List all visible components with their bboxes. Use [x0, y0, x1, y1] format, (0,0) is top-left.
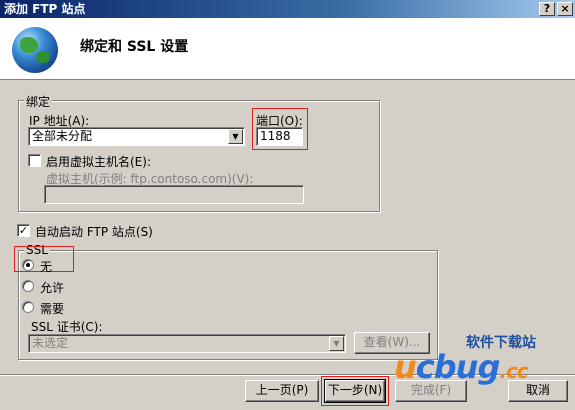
ssl-allow-label[interactable]: 允许	[40, 279, 64, 296]
virtual-host-checkbox[interactable]	[28, 154, 41, 167]
ip-address-value: 全部未分配	[32, 129, 93, 143]
binding-group-label: 绑定	[24, 93, 53, 110]
help-button[interactable]: ?	[539, 2, 555, 16]
watermark: 软件下载站 ucbug.cc	[384, 330, 574, 386]
autostart-checkbox[interactable]: ✓	[17, 224, 30, 237]
wizard-header: 绑定和 SSL 设置	[0, 18, 575, 80]
globe-icon	[12, 27, 58, 73]
port-highlight	[252, 108, 308, 150]
virtual-host-input[interactable]	[44, 185, 304, 204]
chevron-down-icon[interactable]: ▼	[329, 336, 344, 351]
page-title: 绑定和 SSL 设置	[80, 39, 189, 55]
ssl-cert-combo[interactable]: 未选定 ▼	[28, 334, 346, 353]
add-ftp-site-dialog: 添加 FTP 站点 ? × 绑定和 SSL 设置 绑定 IP 地址(A): 全部…	[0, 0, 575, 410]
chevron-down-icon[interactable]: ▼	[228, 129, 243, 144]
autostart-label[interactable]: 自动启动 FTP 站点(S)	[35, 223, 153, 240]
ssl-cert-label: SSL 证书(C):	[31, 320, 103, 334]
prev-button[interactable]: 上一页(P)	[245, 380, 319, 402]
window-title: 添加 FTP 站点	[4, 2, 86, 16]
title-bar: 添加 FTP 站点	[0, 0, 575, 18]
ssl-none-radio[interactable]	[22, 259, 34, 271]
ssl-none-label[interactable]: 无	[40, 258, 52, 275]
ssl-require-radio[interactable]	[22, 301, 34, 313]
ip-address-combo[interactable]: 全部未分配 ▼	[28, 127, 245, 146]
next-highlight	[321, 376, 389, 406]
ssl-cert-value: 未选定	[32, 336, 69, 350]
ssl-allow-radio[interactable]	[22, 280, 34, 292]
virtual-host-checkbox-label[interactable]: 启用虚拟主机名(E):	[46, 153, 151, 170]
ssl-require-label[interactable]: 需要	[40, 300, 64, 317]
finish-button[interactable]: 完成(F)	[395, 380, 467, 402]
cancel-button[interactable]: 取消	[508, 380, 568, 402]
close-button[interactable]: ×	[557, 2, 573, 16]
